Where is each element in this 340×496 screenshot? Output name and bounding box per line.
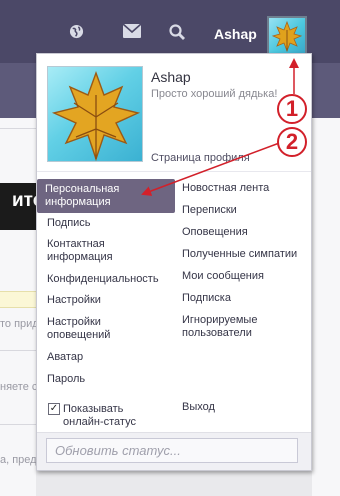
annotation-marker-1: 1 — [277, 94, 307, 124]
annotation-marker-2: 2 — [277, 127, 307, 157]
annotation-arrows — [141, 58, 299, 196]
annotation-arrow-2 — [141, 141, 283, 196]
